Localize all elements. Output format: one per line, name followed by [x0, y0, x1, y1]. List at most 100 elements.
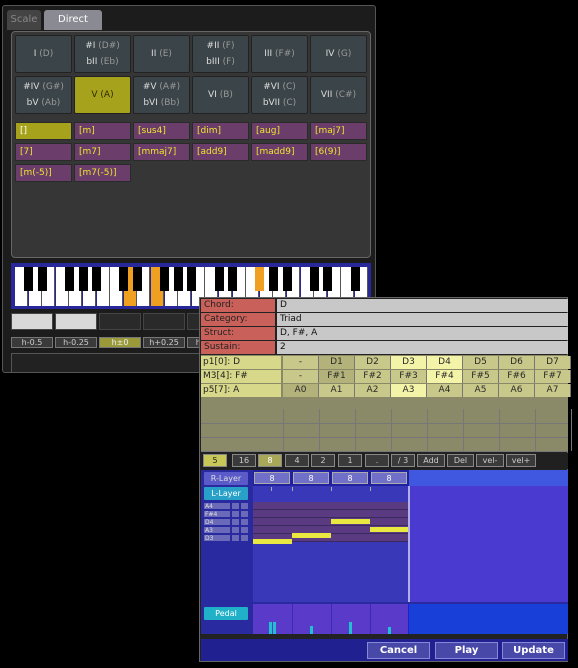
- black-key[interactable]: [187, 267, 197, 291]
- layer-block[interactable]: [11, 313, 53, 330]
- note-row-toggle[interactable]: [232, 519, 239, 525]
- pedal-bar[interactable]: [310, 626, 313, 634]
- degree-button[interactable]: #V (A#) bVI (Bb): [133, 76, 190, 114]
- tone-cell[interactable]: F#5: [463, 370, 499, 383]
- black-key[interactable]: [350, 267, 360, 291]
- chord-type-button[interactable]: [add9]: [192, 143, 249, 161]
- chord-type-button[interactable]: [m(-5)]: [15, 164, 72, 182]
- degree-button[interactable]: I (D): [15, 35, 72, 73]
- black-key[interactable]: [268, 267, 278, 291]
- duration-button[interactable]: 16: [232, 454, 256, 467]
- black-key[interactable]: [309, 267, 319, 291]
- beat-cell[interactable]: 8: [254, 472, 290, 484]
- tone-cell[interactable]: -: [283, 356, 319, 369]
- duration-button[interactable]: 8: [258, 454, 282, 467]
- black-key[interactable]: [228, 267, 238, 291]
- humanize-button[interactable]: h-0.5: [11, 337, 53, 348]
- duration-button[interactable]: .: [365, 454, 389, 467]
- black-key[interactable]: [78, 267, 88, 291]
- pedal-bar[interactable]: [388, 627, 391, 634]
- tone-cell[interactable]: D3: [391, 356, 427, 369]
- beat-cell[interactable]: 8: [371, 472, 407, 484]
- note-row-toggle[interactable]: [241, 503, 248, 509]
- tone-cell[interactable]: A0: [283, 384, 319, 397]
- midi-note[interactable]: [253, 539, 292, 544]
- chord-type-button[interactable]: []: [15, 122, 72, 140]
- black-key[interactable]: [214, 267, 224, 291]
- tone-cell[interactable]: F#2: [355, 370, 391, 383]
- tone-cell[interactable]: D7: [535, 356, 571, 369]
- black-key[interactable]: [37, 267, 47, 291]
- r-layer-button[interactable]: R-Layer: [204, 472, 248, 485]
- chord-type-button[interactable]: [m]: [74, 122, 131, 140]
- degree-button[interactable]: #II (F) bIII (F): [192, 35, 249, 73]
- degree-button[interactable]: #IV (G#) bV (Ab): [15, 76, 72, 114]
- note-row-toggle[interactable]: [241, 535, 248, 541]
- black-key[interactable]: [24, 267, 34, 291]
- note-row-toggle[interactable]: [241, 519, 248, 525]
- black-key[interactable]: [132, 267, 142, 291]
- beat-cell[interactable]: 8: [332, 472, 368, 484]
- black-key[interactable]: [64, 267, 74, 291]
- chord-type-button[interactable]: [dim]: [192, 122, 249, 140]
- tone-cell[interactable]: A4: [427, 384, 463, 397]
- midi-note[interactable]: [292, 532, 331, 538]
- tone-cell[interactable]: A6: [499, 384, 535, 397]
- duration-button[interactable]: 2: [311, 454, 335, 467]
- tone-cell[interactable]: A2: [355, 384, 391, 397]
- duration-button[interactable]: 4: [285, 454, 309, 467]
- duration-button[interactable]: vel+: [506, 454, 536, 467]
- degree-button[interactable]: IV (G): [310, 35, 367, 73]
- black-key[interactable]: [92, 267, 102, 291]
- tone-cell[interactable]: F#1: [319, 370, 355, 383]
- duration-button[interactable]: 1: [338, 454, 362, 467]
- tone-cell[interactable]: A7: [535, 384, 571, 397]
- chord-type-button[interactable]: [aug]: [251, 122, 308, 140]
- playhead[interactable]: [408, 486, 410, 602]
- humanize-button[interactable]: h±0: [99, 337, 141, 348]
- note-row-toggle[interactable]: [232, 511, 239, 517]
- tab-scale[interactable]: Scale: [7, 10, 41, 30]
- layer-block[interactable]: [99, 313, 141, 330]
- duration-button[interactable]: vel-: [476, 454, 504, 467]
- chord-type-button[interactable]: [madd9]: [251, 143, 308, 161]
- note-row-toggle[interactable]: [241, 527, 248, 533]
- tone-cell[interactable]: D1: [319, 356, 355, 369]
- pedal-bar[interactable]: [273, 622, 276, 634]
- black-key[interactable]: [160, 267, 170, 291]
- pedal-area[interactable]: [253, 604, 568, 634]
- chord-type-button[interactable]: [maj7]: [310, 122, 367, 140]
- chord-type-button[interactable]: [sus4]: [133, 122, 190, 140]
- note-row-toggle[interactable]: [232, 535, 239, 541]
- tone-cell[interactable]: F#3: [391, 370, 427, 383]
- chord-type-button[interactable]: [6(9)]: [310, 143, 367, 161]
- degree-button[interactable]: #I (D#) bII (Eb): [74, 35, 131, 73]
- layer-block[interactable]: [143, 313, 185, 330]
- pedal-button[interactable]: Pedal: [204, 607, 248, 620]
- midi-note[interactable]: [331, 519, 370, 524]
- l-layer-button[interactable]: L-Layer: [204, 487, 248, 500]
- degree-button[interactable]: VI (B): [192, 76, 249, 114]
- degree-button[interactable]: II (E): [133, 35, 190, 73]
- update-button[interactable]: Update: [502, 642, 565, 659]
- black-key[interactable]: [119, 267, 129, 291]
- layer-block[interactable]: [55, 313, 97, 330]
- humanize-button[interactable]: h-0.25: [55, 337, 97, 348]
- cancel-button[interactable]: Cancel: [367, 642, 430, 659]
- tab-direct[interactable]: Direct: [44, 10, 102, 30]
- pedal-bar[interactable]: [349, 622, 352, 634]
- duration-button[interactable]: Add: [417, 454, 445, 467]
- degree-button[interactable]: V (A): [74, 76, 131, 114]
- humanize-button[interactable]: h+0.25: [143, 337, 185, 348]
- roll-area[interactable]: 8888: [253, 470, 568, 602]
- midi-note[interactable]: [370, 527, 408, 532]
- degree-button[interactable]: VII (C#): [310, 76, 367, 114]
- note-row-toggle[interactable]: [232, 503, 239, 509]
- note-row-toggle[interactable]: [232, 527, 239, 533]
- duration-button[interactable]: Del: [447, 454, 474, 467]
- tone-cell[interactable]: D2: [355, 356, 391, 369]
- black-key[interactable]: [255, 267, 265, 291]
- degree-button[interactable]: #VI (C) bVII (C): [251, 76, 308, 114]
- beat-cell[interactable]: 8: [293, 472, 329, 484]
- tone-cell[interactable]: A3: [391, 384, 427, 397]
